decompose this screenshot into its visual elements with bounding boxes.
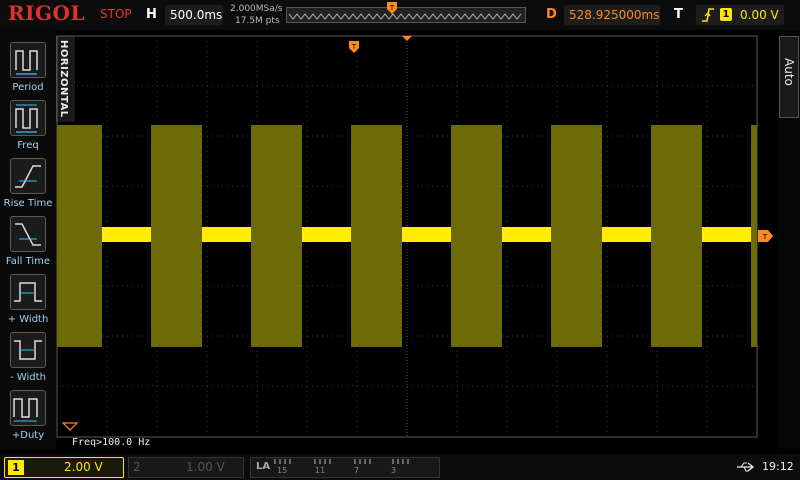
- signal-idle-segment: [502, 227, 551, 242]
- ch1-waveform: [57, 125, 757, 347]
- la-channel-number: 3: [391, 466, 397, 475]
- ch2-number: 2: [133, 460, 141, 474]
- freq-measurement-readout: Freq>100.0 Hz: [72, 437, 151, 448]
- signal-burst: [151, 125, 202, 347]
- signal-idle-segment: [702, 227, 751, 242]
- signal-idle-segment: [602, 227, 651, 242]
- la-label: LA: [256, 461, 271, 472]
- ch1-ground-marker[interactable]: [61, 422, 79, 431]
- signal-burst: [751, 125, 757, 347]
- waveform-display[interactable]: T T: [0, 0, 800, 480]
- signal-idle-segment: [102, 227, 151, 242]
- signal-idle-segment: [402, 227, 451, 242]
- ch2-scale: 1.00 V: [186, 460, 225, 474]
- usb-icon: [737, 462, 755, 472]
- center-marker: [402, 36, 412, 41]
- la-channel-number: 7: [354, 466, 360, 475]
- signal-burst: [551, 125, 602, 347]
- svg-text:T: T: [351, 43, 357, 51]
- la-channel-number: 15: [277, 466, 288, 475]
- trigger-level-marker[interactable]: T: [758, 230, 773, 242]
- la-channel-number: 11: [315, 466, 326, 475]
- signal-idle-segment: [302, 227, 351, 242]
- signal-idle-segment: [202, 227, 251, 242]
- ch1-scale: 2.00 V: [64, 460, 103, 474]
- ch1-number: 1: [8, 460, 24, 475]
- signal-burst: [57, 125, 102, 347]
- svg-text:T: T: [762, 233, 768, 241]
- signal-burst: [351, 125, 402, 347]
- signal-burst: [251, 125, 302, 347]
- signal-burst: [451, 125, 502, 347]
- trigger-mode-label: Auto: [782, 58, 796, 86]
- system-clock: 19:12: [762, 460, 794, 473]
- signal-burst: [651, 125, 702, 347]
- la-channel-ticks: [274, 459, 409, 464]
